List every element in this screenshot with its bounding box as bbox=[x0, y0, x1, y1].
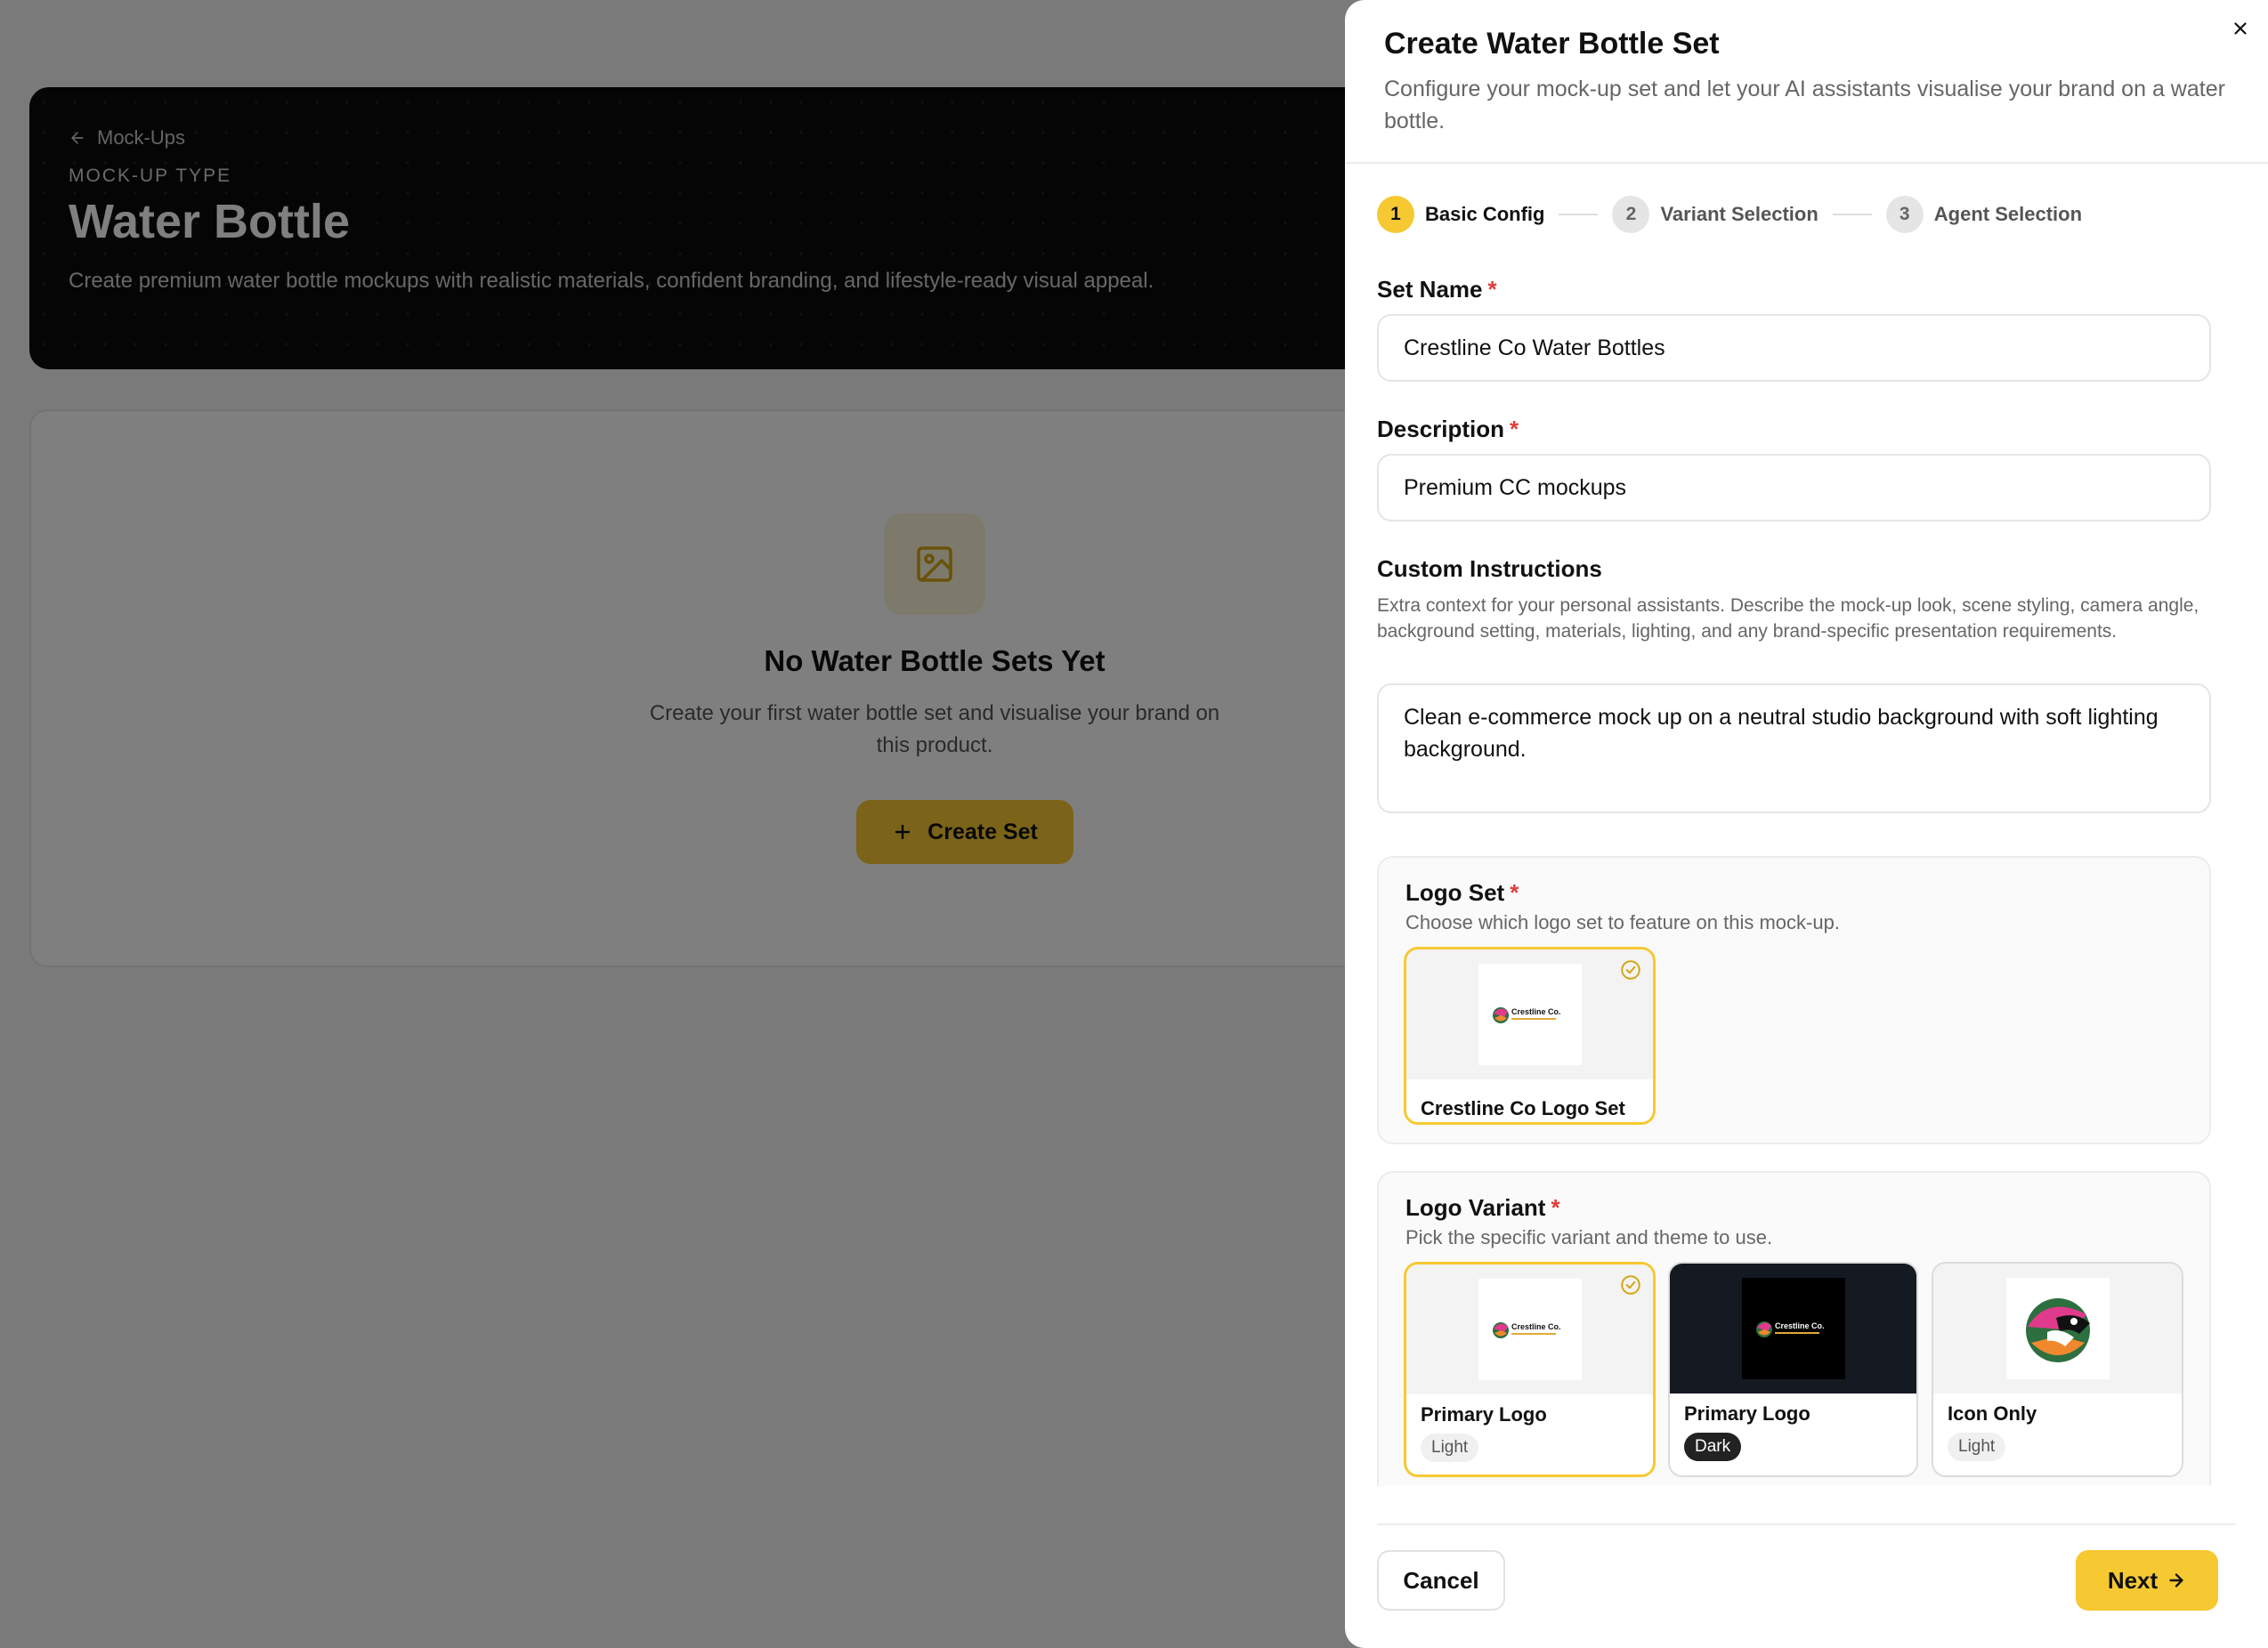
step-number: 1 bbox=[1377, 196, 1414, 233]
step-connector bbox=[1832, 214, 1872, 215]
logo-variant-title: Logo Variant * bbox=[1405, 1194, 1560, 1222]
footer-divider bbox=[1377, 1523, 2236, 1525]
step-label: Basic Config bbox=[1425, 203, 1545, 225]
cancel-button[interactable]: Cancel bbox=[1377, 1550, 1505, 1611]
logo-variant-panel: Logo Variant * Pick the specific variant … bbox=[1377, 1171, 2211, 1486]
header-divider bbox=[1345, 162, 2268, 164]
logo-set-panel: Logo Set * Choose which logo set to featu… bbox=[1377, 856, 2211, 1144]
check-circle-icon bbox=[1621, 960, 1640, 980]
set-name-label-text: Set Name bbox=[1377, 276, 1483, 303]
logo-wordmark: Crestline Co. bbox=[1511, 1007, 1561, 1016]
logo-thumbnail bbox=[1933, 1264, 2182, 1394]
logo-variant-title-text: Logo Variant bbox=[1405, 1194, 1546, 1221]
theme-badge: Light bbox=[1421, 1434, 1479, 1462]
custom-instructions-help: Extra context for your personal assistan… bbox=[1377, 595, 2199, 642]
logo-image: Crestline Co. bbox=[1741, 1278, 1845, 1379]
logo-image: Crestline Co. bbox=[1478, 1279, 1582, 1380]
theme-badge: Dark bbox=[1684, 1433, 1742, 1461]
drawer-title: Create Water Bottle Set bbox=[1384, 27, 1720, 61]
close-button[interactable] bbox=[2226, 14, 2255, 43]
logo-image: Crestline Co. bbox=[1478, 964, 1582, 1065]
step-label: Agent Selection bbox=[1933, 203, 2083, 225]
drawer-subtitle: Configure your mock-up set and let your … bbox=[1384, 77, 2225, 133]
logo-wordmark: Crestline Co. bbox=[1511, 1322, 1561, 1331]
logo-variant-option-primary-light[interactable]: Crestline Co. Primary Logo Light bbox=[1404, 1262, 1656, 1477]
description-label-text: Description bbox=[1377, 416, 1505, 442]
logo-variant-option-primary-dark[interactable]: Crestline Co. Primary Logo Dark bbox=[1668, 1262, 1918, 1477]
logo-thumbnail: Crestline Co. bbox=[1406, 1264, 1653, 1394]
theme-badge: Light bbox=[1948, 1433, 2006, 1461]
description-label: Description * bbox=[1377, 416, 1519, 443]
required-mark: * bbox=[1487, 276, 1497, 303]
custom-instructions-label: Custom Instructions bbox=[1377, 555, 1602, 582]
check-circle-icon bbox=[1621, 1275, 1640, 1295]
logo-wordmark: Crestline Co. bbox=[1775, 1321, 1825, 1330]
description-input[interactable] bbox=[1377, 454, 2211, 521]
logo-variant-option-icon-light[interactable]: Icon Only Light bbox=[1932, 1262, 2183, 1477]
step-connector bbox=[1559, 214, 1599, 215]
logo-thumbnail: Crestline Co. bbox=[1406, 949, 1653, 1079]
variant-label: Primary Logo bbox=[1684, 1402, 1810, 1425]
logo-set-option[interactable]: Crestline Co. Crestline Co Logo Set bbox=[1404, 947, 1656, 1125]
logo-variant-subtitle: Pick the specific variant and theme to u… bbox=[1405, 1226, 1773, 1248]
set-name-input[interactable] bbox=[1377, 314, 2211, 382]
stepper: 1 Basic Config 2 Variant Selection 3 Age… bbox=[1377, 196, 2082, 233]
logo-set-title: Logo Set * bbox=[1405, 879, 1519, 907]
variant-label: Icon Only bbox=[1948, 1402, 2037, 1425]
close-icon bbox=[2234, 22, 2247, 35]
step-number: 2 bbox=[1612, 196, 1650, 233]
custom-instructions-textarea[interactable]: Clean e-commerce mock up on a neutral st… bbox=[1377, 683, 2211, 813]
required-mark: * bbox=[1551, 1194, 1560, 1221]
variant-label: Primary Logo bbox=[1421, 1403, 1547, 1426]
next-button-label: Next bbox=[2107, 1566, 2159, 1594]
step-label: Variant Selection bbox=[1660, 203, 1818, 225]
logo-thumbnail: Crestline Co. bbox=[1670, 1264, 1916, 1394]
required-mark: * bbox=[1510, 416, 1519, 442]
set-name-label: Set Name * bbox=[1377, 276, 1497, 303]
logo-set-subtitle: Choose which logo set to feature on this… bbox=[1405, 911, 1840, 933]
step-number: 3 bbox=[1885, 196, 1924, 233]
step-variant-selection[interactable]: 2 Variant Selection bbox=[1612, 196, 1818, 233]
logo-set-title-text: Logo Set bbox=[1405, 879, 1505, 906]
required-mark: * bbox=[1510, 879, 1519, 906]
logo-image bbox=[2005, 1278, 2110, 1379]
step-agent-selection[interactable]: 3 Agent Selection bbox=[1885, 196, 2083, 233]
create-set-drawer: Create Water Bottle Set Configure your m… bbox=[1345, 0, 2268, 1648]
arrow-right-icon bbox=[2169, 1573, 2183, 1587]
next-button[interactable]: Next bbox=[2076, 1550, 2218, 1611]
logo-set-option-label: Crestline Co Logo Set bbox=[1421, 1097, 1625, 1119]
step-basic-config[interactable]: 1 Basic Config bbox=[1377, 196, 1544, 233]
